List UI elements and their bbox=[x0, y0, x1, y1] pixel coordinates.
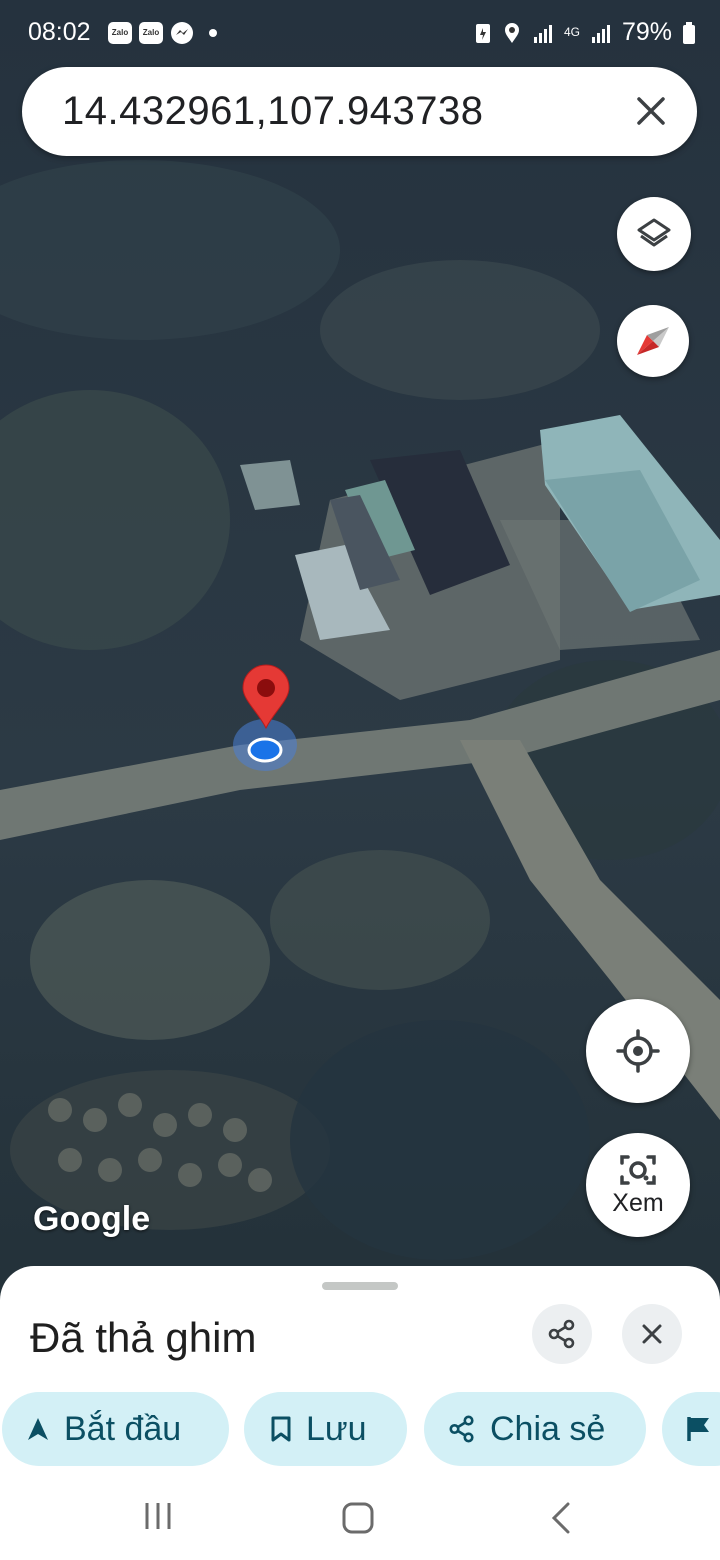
location-status-icon bbox=[504, 22, 519, 43]
home-icon[interactable] bbox=[340, 1500, 376, 1536]
start-button[interactable]: Bắt đầu bbox=[2, 1392, 229, 1466]
sheet-title: Đã thả ghim bbox=[30, 1314, 257, 1361]
action-chips: Bắt đầu Lưu Chia sẻ bbox=[0, 1392, 720, 1466]
bookmark-icon bbox=[271, 1416, 291, 1442]
lens-button[interactable]: Xem bbox=[586, 1133, 690, 1237]
status-time: 08:02 bbox=[28, 18, 91, 46]
back-icon[interactable] bbox=[548, 1500, 576, 1536]
bottom-sheet[interactable]: Đã thả ghim Bắt đầu Lưu Chia sẻ bbox=[0, 1266, 720, 1560]
layers-button[interactable] bbox=[617, 197, 691, 271]
search-input[interactable]: 14.432961,107.943738 bbox=[62, 89, 484, 134]
save-label: Lưu bbox=[306, 1409, 367, 1448]
zalo-icon: Zalo bbox=[108, 22, 132, 44]
camera-lens-icon bbox=[620, 1154, 656, 1185]
close-icon bbox=[642, 1324, 662, 1344]
signal-icon bbox=[591, 24, 610, 43]
close-sheet-button[interactable] bbox=[622, 1304, 682, 1364]
battery-saver-icon bbox=[475, 23, 490, 43]
dot-icon bbox=[209, 29, 217, 37]
save-button[interactable]: Lưu bbox=[244, 1392, 407, 1466]
google-logo: Google bbox=[33, 1200, 151, 1238]
navigation-arrow-icon bbox=[28, 1418, 48, 1440]
battery-icon bbox=[683, 21, 695, 44]
close-icon[interactable] bbox=[633, 93, 669, 129]
current-location-dot bbox=[247, 737, 283, 763]
share-icon bbox=[449, 1415, 474, 1443]
share-button[interactable] bbox=[532, 1304, 592, 1364]
layers-icon bbox=[637, 218, 671, 247]
messenger-icon bbox=[171, 22, 193, 44]
system-navigation-bar bbox=[0, 1480, 720, 1560]
search-bar[interactable]: 14.432961,107.943738 bbox=[22, 67, 697, 156]
zalo-icon: Zalo bbox=[139, 22, 163, 44]
share-chip-button[interactable]: Chia sẻ bbox=[424, 1392, 646, 1466]
drag-handle[interactable] bbox=[322, 1282, 398, 1290]
crosshair-icon bbox=[616, 1029, 660, 1073]
share-label: Chia sẻ bbox=[490, 1409, 606, 1448]
lens-label: Xem bbox=[612, 1188, 664, 1217]
start-label: Bắt đầu bbox=[64, 1409, 182, 1448]
recent-apps-icon[interactable] bbox=[142, 1500, 174, 1532]
network-type: 4G bbox=[563, 25, 580, 39]
flag-icon bbox=[687, 1417, 709, 1441]
signal-icon bbox=[533, 24, 552, 43]
share-icon bbox=[548, 1319, 575, 1349]
compass-button[interactable] bbox=[617, 305, 689, 377]
compass-icon bbox=[637, 327, 669, 355]
flag-button[interactable] bbox=[662, 1392, 720, 1466]
my-location-button[interactable] bbox=[586, 999, 690, 1103]
status-bar: 08:02 Zalo Zalo 4G 79% bbox=[0, 0, 720, 64]
battery-percent: 79% bbox=[621, 18, 672, 46]
